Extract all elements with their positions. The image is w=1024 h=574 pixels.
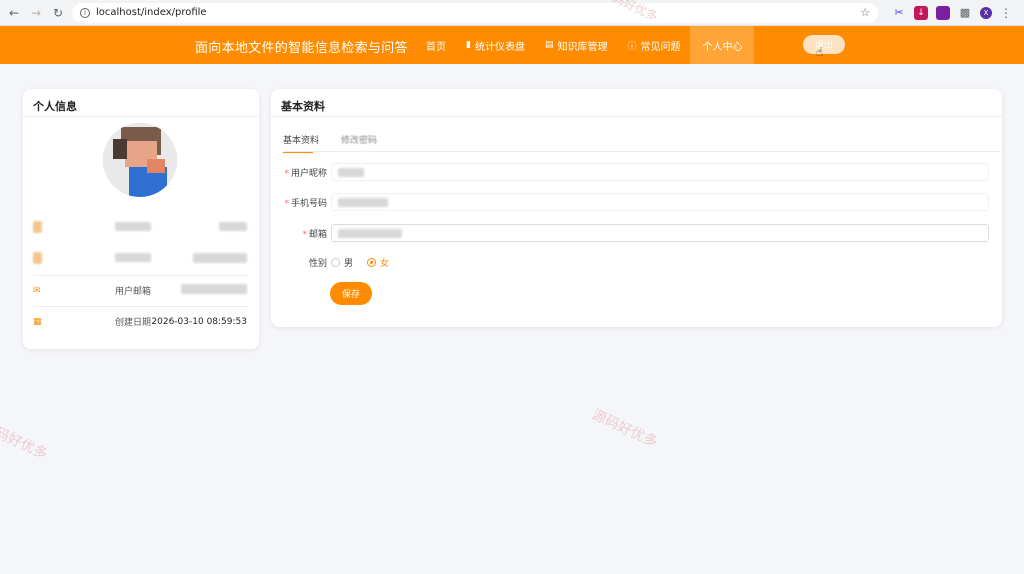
gender-radio-group: 男 女 bbox=[331, 256, 389, 269]
nav-home[interactable]: 首页 bbox=[416, 26, 456, 64]
info-row-phone bbox=[33, 244, 249, 274]
bar-chart-icon: ▮ bbox=[466, 40, 471, 50]
calendar-icon: ▦ bbox=[33, 316, 42, 327]
forward-icon[interactable]: → bbox=[28, 5, 44, 21]
tab-change-password[interactable]: 修改密码 bbox=[341, 133, 377, 153]
profile-card-title: 个人信息 bbox=[23, 89, 259, 117]
phone-field-label: * 手机号码 bbox=[284, 198, 327, 209]
browser-menu-icon[interactable]: ⋮ bbox=[1000, 6, 1012, 20]
basic-profile-title: 基本资料 bbox=[271, 89, 1002, 117]
email-input[interactable] bbox=[331, 224, 989, 242]
main-nav: 首页 ▮ 统计仪表盘 ▤ 知识库管理 ⓘ 常见问题 个人中心 bbox=[416, 26, 755, 64]
gender-female-label: 女 bbox=[380, 258, 390, 269]
back-icon[interactable]: ← bbox=[6, 5, 22, 21]
nav-profile-label: 个人中心 bbox=[702, 41, 743, 53]
email-label: 用户邮箱 bbox=[114, 287, 151, 297]
phone-row: * 手机号码 bbox=[283, 193, 989, 211]
watermark-text: 源码好优多 bbox=[589, 406, 660, 451]
info-row-created: ▦ 创建日期 2026-03-10 08:59:53 bbox=[33, 306, 249, 336]
profile-tabs: 基本资料 修改密码 bbox=[283, 133, 377, 153]
browser-toolbar: ← → ↻ i localhost/index/profile ☆ ✂ ↓ ▩ … bbox=[0, 0, 1024, 26]
nav-profile[interactable]: 个人中心 bbox=[690, 26, 755, 64]
puzzle-extensions-icon[interactable]: ▩ bbox=[958, 6, 972, 20]
app-title: 面向本地文件的智能信息检索与问答 bbox=[195, 41, 408, 56]
nav-dashboard-label: 统计仪表盘 bbox=[474, 41, 525, 53]
nav-dashboard[interactable]: ▮ 统计仪表盘 bbox=[456, 26, 535, 64]
nickname-row: * 用户昵称 bbox=[283, 163, 989, 181]
radio-checked-icon bbox=[367, 257, 377, 267]
nav-faq[interactable]: ⓘ 常见问题 bbox=[617, 26, 690, 64]
profile-avatar-icon[interactable]: X bbox=[980, 6, 992, 19]
nav-home-label: 首页 bbox=[426, 41, 446, 53]
radio-circle-icon bbox=[331, 257, 340, 267]
nickname-label: * 用户昵称 bbox=[284, 168, 327, 179]
phone-icon bbox=[33, 251, 45, 267]
email-field-label: * 邮箱 bbox=[302, 229, 327, 240]
tab-divider bbox=[283, 151, 1001, 152]
email-row: * 邮箱 bbox=[283, 224, 989, 242]
logout-button[interactable]: 退出 bbox=[803, 35, 845, 54]
gender-male-radio[interactable]: 男 bbox=[331, 256, 353, 269]
bookmark-star-icon[interactable]: ☆ bbox=[860, 6, 870, 19]
avatar bbox=[103, 123, 177, 197]
watermark-text-left: 源码好优多 bbox=[0, 418, 50, 463]
mouse-pointer-icon: ☝ bbox=[816, 45, 824, 59]
username-label bbox=[93, 222, 173, 234]
save-button[interactable]: 保存 bbox=[330, 282, 372, 305]
user-icon bbox=[33, 220, 45, 236]
site-info-icon[interactable]: i bbox=[80, 7, 90, 18]
tab-basic-info[interactable]: 基本资料 bbox=[283, 133, 319, 153]
nav-knowledge-base[interactable]: ▤ 知识库管理 bbox=[535, 26, 618, 64]
question-icon: ⓘ bbox=[627, 41, 637, 52]
username-value bbox=[219, 222, 247, 234]
nickname-input[interactable] bbox=[331, 163, 989, 181]
gender-female-radio[interactable]: 女 bbox=[367, 256, 389, 269]
address-bar[interactable]: i localhost/index/profile ☆ bbox=[72, 2, 878, 23]
phone-value bbox=[193, 252, 247, 266]
app-header: 面向本地文件的智能信息检索与问答 首页 ▮ 统计仪表盘 ▤ 知识库管理 ⓘ 常见… bbox=[0, 26, 1024, 64]
basic-profile-card: 基本资料 基本资料 修改密码 * 用户昵称 * 手机号码 * 邮箱 性别 男 女 保存 bbox=[271, 89, 1002, 327]
reload-icon[interactable]: ↻ bbox=[50, 5, 66, 21]
url-text[interactable]: localhost/index/profile bbox=[96, 7, 854, 18]
nav-knowledge-base-label: 知识库管理 bbox=[557, 41, 608, 53]
phone-label bbox=[93, 253, 173, 265]
info-row-email: ✉ 用户邮箱 bbox=[33, 275, 249, 305]
gender-male-label: 男 bbox=[344, 258, 354, 269]
scissors-extension-icon[interactable]: ✂ bbox=[892, 6, 906, 20]
nav-faq-label: 常见问题 bbox=[640, 41, 681, 53]
profile-info-card: 个人信息 ✉ 用户邮箱 ▦ 创建日期 2026-03-10 08:59:53 bbox=[23, 89, 259, 349]
info-row-username bbox=[33, 213, 249, 243]
mail-icon: ✉ bbox=[33, 285, 41, 296]
document-icon: ▤ bbox=[544, 40, 554, 50]
email-value bbox=[181, 284, 247, 297]
created-value: 2026-03-10 08:59:53 bbox=[151, 316, 247, 327]
phone-input[interactable] bbox=[331, 193, 989, 211]
gender-label: 性别 bbox=[308, 258, 327, 269]
download-extension-icon[interactable]: ↓ bbox=[914, 5, 928, 20]
robot-extension-icon[interactable] bbox=[936, 5, 950, 20]
gender-row: 性别 男 女 bbox=[283, 253, 989, 271]
